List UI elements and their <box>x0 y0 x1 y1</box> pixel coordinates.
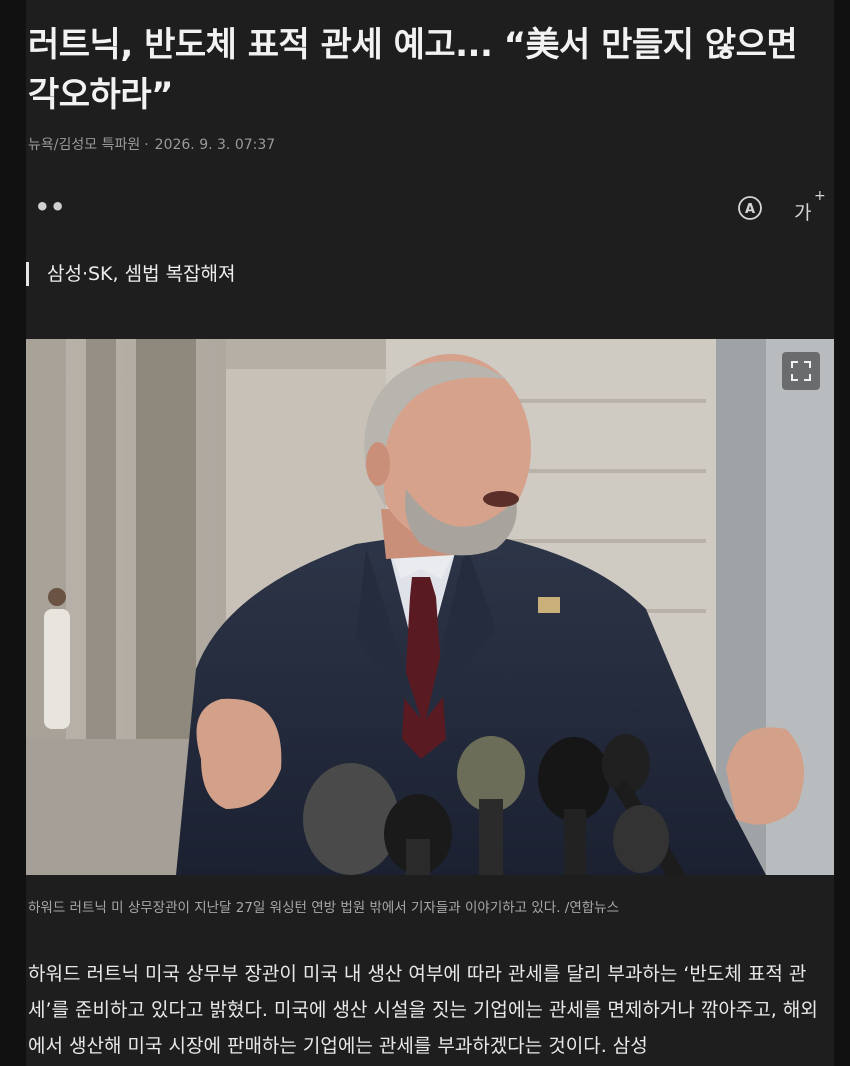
font-size-button[interactable]: 가 + <box>792 188 826 224</box>
plus-icon: + <box>814 188 826 204</box>
article-page: 러트닉, 반도체 표적 관세 예고... “美서 만들지 않으면 각오하라” 뉴… <box>26 0 834 1066</box>
article-subheading: 삼성·SK, 셈법 복잡해져 <box>26 262 236 286</box>
byline-date: 2026. 9. 3. 07:37 <box>154 137 276 153</box>
quote-icon: •• <box>34 193 66 221</box>
article-body: 하워드 러트닉 미국 상무부 장관이 미국 내 생산 여부에 따라 관세를 달리… <box>28 963 818 1057</box>
byline-author[interactable]: 뉴욕/김성모 특파원 <box>28 137 140 153</box>
photo-illustration <box>26 339 834 875</box>
byline-separator: · <box>144 137 149 153</box>
svg-text:A: A <box>745 202 755 217</box>
share-quote-button[interactable]: •• <box>34 193 66 221</box>
article-title: 러트닉, 반도체 표적 관세 예고... “美서 만들지 않으면 각오하라” <box>28 25 798 115</box>
read-aloud-button[interactable]: A <box>734 192 766 224</box>
read-aloud-icon: A <box>738 196 765 220</box>
font-size-label: 가 <box>794 202 812 224</box>
photo-caption: 하워드 러트닉 미 상무장관이 지난달 27일 워싱턴 연방 법원 밖에서 기자… <box>28 900 620 916</box>
article-photo[interactable] <box>26 339 834 875</box>
expand-photo-button[interactable] <box>782 352 820 390</box>
expand-icon <box>791 361 811 381</box>
byline: 뉴욕/김성모 특파원 · 2026. 9. 3. 07:37 <box>28 134 275 154</box>
